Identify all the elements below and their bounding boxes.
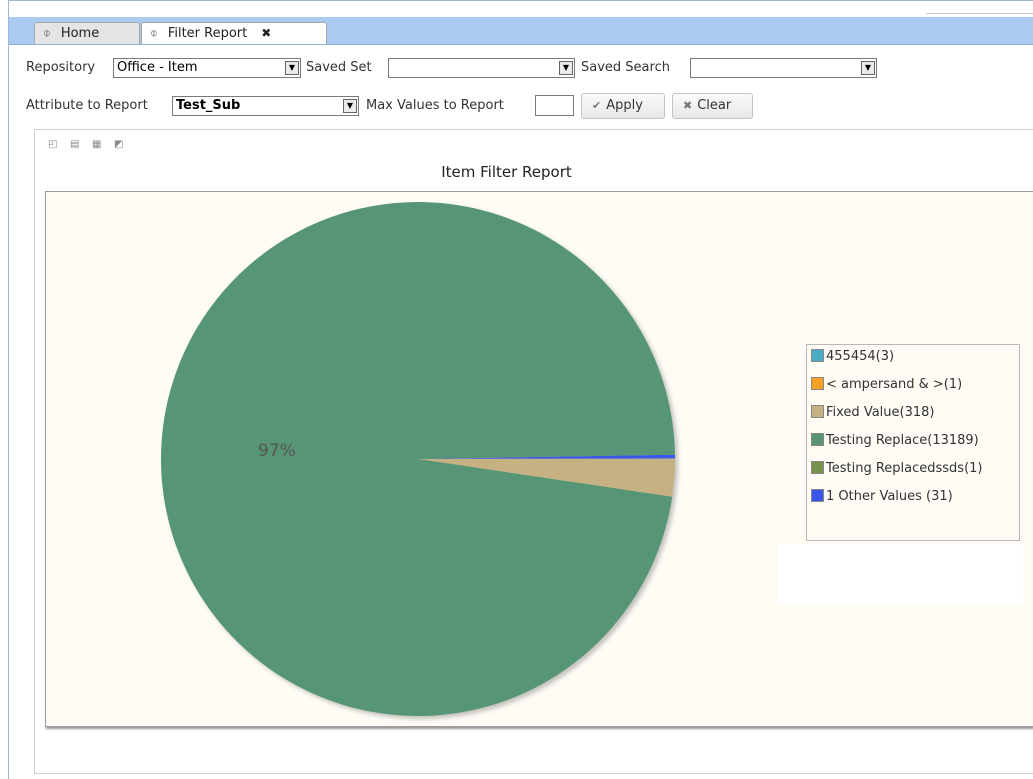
- legend-swatch: [811, 405, 824, 418]
- chart-legend: 455454(3) < ampersand & >(1) Fixed Value…: [806, 344, 1020, 541]
- legend-overlay: [778, 544, 1023, 604]
- legend-item: Fixed Value(318): [811, 404, 934, 422]
- legend-label: Testing Replacedssds(1): [826, 461, 983, 476]
- legend-swatch: [811, 489, 824, 502]
- legend-swatch: [811, 349, 824, 362]
- legend-swatch: [811, 433, 824, 446]
- legend-item: 455454(3): [811, 348, 894, 366]
- legend-swatch: [811, 377, 824, 390]
- legend-item: Testing Replace(13189): [811, 432, 979, 450]
- legend-item: Testing Replacedssds(1): [811, 460, 983, 478]
- legend-label: Fixed Value(318): [826, 405, 935, 420]
- legend-label: Testing Replace(13189): [826, 433, 979, 448]
- legend-swatch: [811, 461, 824, 474]
- legend-item: 1 Other Values (31): [811, 488, 953, 506]
- legend-label: 1 Other Values (31): [826, 489, 953, 504]
- legend-item: < ampersand & >(1): [811, 376, 962, 394]
- legend-label: < ampersand & >(1): [826, 377, 963, 392]
- legend-label: 455454(3): [826, 349, 895, 364]
- pie-data-label: 97%: [258, 441, 296, 461]
